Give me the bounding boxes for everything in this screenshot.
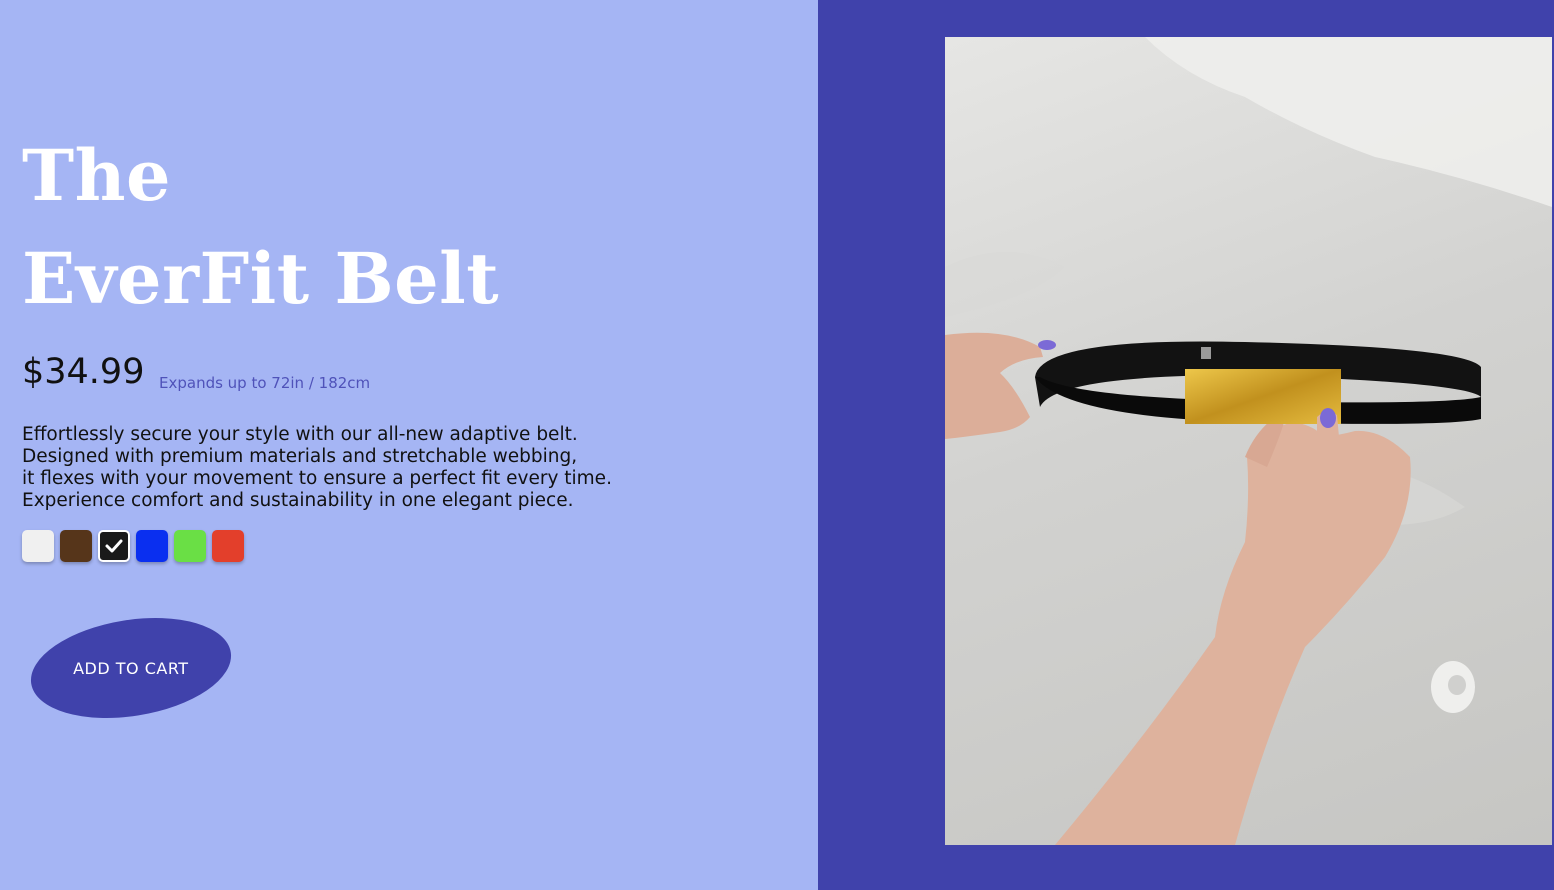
color-swatches — [22, 530, 244, 562]
color-swatch-red[interactable] — [212, 530, 244, 562]
product-title-line1: The — [22, 134, 172, 217]
color-swatch-green[interactable] — [174, 530, 206, 562]
description-line: it flexes with your movement to ensure a… — [22, 468, 612, 489]
color-swatch-white[interactable] — [22, 530, 54, 562]
belt-photo-illustration — [945, 37, 1552, 845]
add-to-cart-button[interactable]: ADD TO CART — [23, 604, 239, 732]
product-title: The EverFit Belt — [22, 124, 499, 330]
product-price: $34.99 — [22, 352, 145, 392]
size-note: Expands up to 72in / 182cm — [159, 374, 371, 392]
description-line: Effortlessly secure your style with our … — [22, 424, 578, 445]
color-swatch-black[interactable] — [98, 530, 130, 562]
description-line: Designed with premium materials and stre… — [22, 446, 578, 467]
product-title-line2: EverFit Belt — [22, 237, 500, 320]
color-swatch-blue[interactable] — [136, 530, 168, 562]
product-photo — [945, 37, 1552, 845]
add-to-cart-label: ADD TO CART — [73, 658, 189, 678]
color-swatch-brown[interactable] — [60, 530, 92, 562]
check-icon — [105, 539, 123, 553]
product-info-panel: The EverFit Belt $34.99 Expands up to 72… — [0, 0, 818, 890]
description-line: Experience comfort and sustainability in… — [22, 490, 574, 511]
product-description: Effortlessly secure your style with our … — [22, 424, 662, 512]
